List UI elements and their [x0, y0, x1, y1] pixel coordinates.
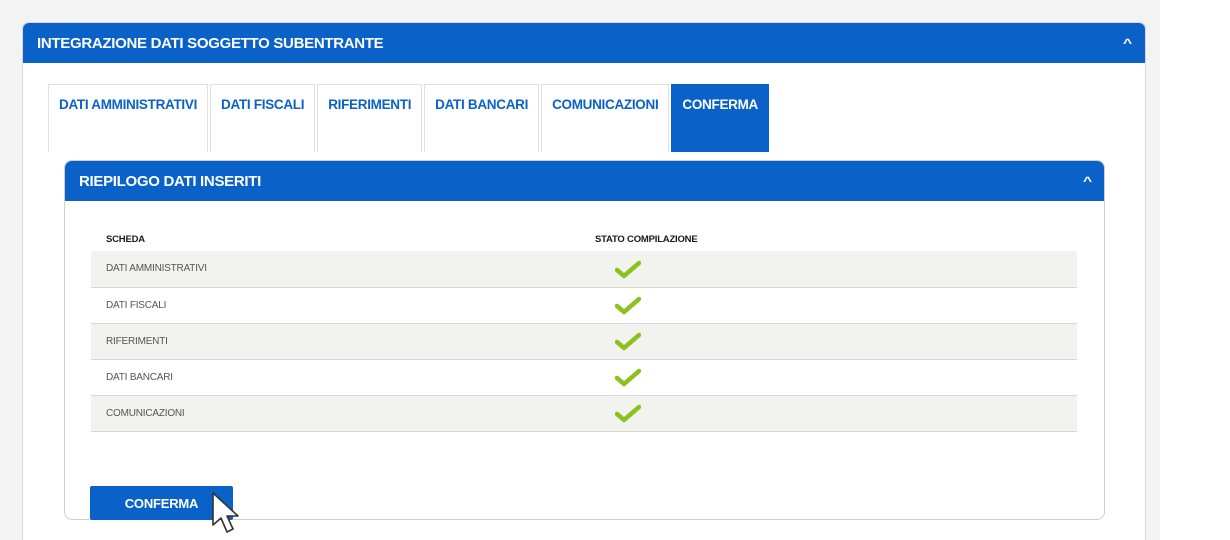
chevron-up-icon[interactable]: ^	[1123, 36, 1132, 50]
riepilogo-panel: RIEPILOGO DATI INSERITI ^ SCHEDA STATO C…	[64, 160, 1105, 533]
check-icon	[615, 368, 641, 387]
table-row: RIFERIMENTI	[91, 323, 1077, 360]
scheda-cell: DATI BANCARI	[91, 359, 595, 396]
scheda-cell: RIFERIMENTI	[91, 323, 595, 360]
integrazione-panel-header[interactable]: INTEGRAZIONE DATI SOGGETTO SUBENTRANTE ^	[23, 23, 1145, 63]
tab-dati-fiscali[interactable]: DATI FISCALI	[210, 84, 316, 152]
table-header-row: SCHEDA STATO COMPILAZIONE	[91, 231, 1077, 251]
riepilogo-panel-title: RIEPILOGO DATI INSERITI	[79, 172, 261, 190]
check-icon	[615, 260, 641, 278]
riepilogo-panel-header[interactable]: RIEPILOGO DATI INSERITI ^	[65, 161, 1104, 201]
check-icon	[615, 332, 641, 351]
tab-riferimenti[interactable]: RIFERIMENTI	[317, 84, 423, 152]
column-header-scheda: SCHEDA	[106, 234, 145, 245]
tab-bar: DATI AMMINISTRATIVI DATI FISCALI RIFERIM…	[48, 84, 771, 152]
summary-table: SCHEDA STATO COMPILAZIONE DATI AMMINISTR…	[91, 231, 1077, 432]
mouse-pointer-icon	[212, 492, 239, 533]
table-row: COMUNICAZIONI	[91, 395, 1077, 432]
integrazione-panel-title: INTEGRAZIONE DATI SOGGETTO SUBENTRANTE	[37, 34, 384, 52]
column-header-stato: STATO COMPILAZIONE	[595, 234, 698, 245]
tab-dati-amministrativi[interactable]: DATI AMMINISTRATIVI	[48, 84, 209, 152]
integrazione-panel: INTEGRAZIONE DATI SOGGETTO SUBENTRANTE ^…	[22, 22, 1146, 540]
status-cell	[595, 395, 1077, 432]
table-row: DATI AMMINISTRATIVI	[91, 251, 1077, 288]
status-cell	[595, 323, 1077, 360]
table-row: DATI FISCALI	[91, 287, 1077, 324]
chevron-up-icon[interactable]: ^	[1083, 174, 1092, 188]
check-icon	[615, 404, 641, 423]
status-cell	[595, 359, 1077, 396]
scheda-cell: COMUNICAZIONI	[91, 395, 595, 432]
status-cell	[595, 287, 1077, 324]
tab-comunicazioni[interactable]: COMUNICAZIONI	[541, 84, 670, 152]
scheda-cell: DATI AMMINISTRATIVI	[91, 251, 595, 288]
tab-conferma[interactable]: CONFERMA	[671, 84, 770, 152]
status-cell	[595, 251, 1077, 288]
check-icon	[615, 296, 641, 315]
table-row: DATI BANCARI	[91, 359, 1077, 396]
scheda-cell: DATI FISCALI	[91, 287, 595, 324]
tab-dati-bancari[interactable]: DATI BANCARI	[424, 84, 540, 152]
